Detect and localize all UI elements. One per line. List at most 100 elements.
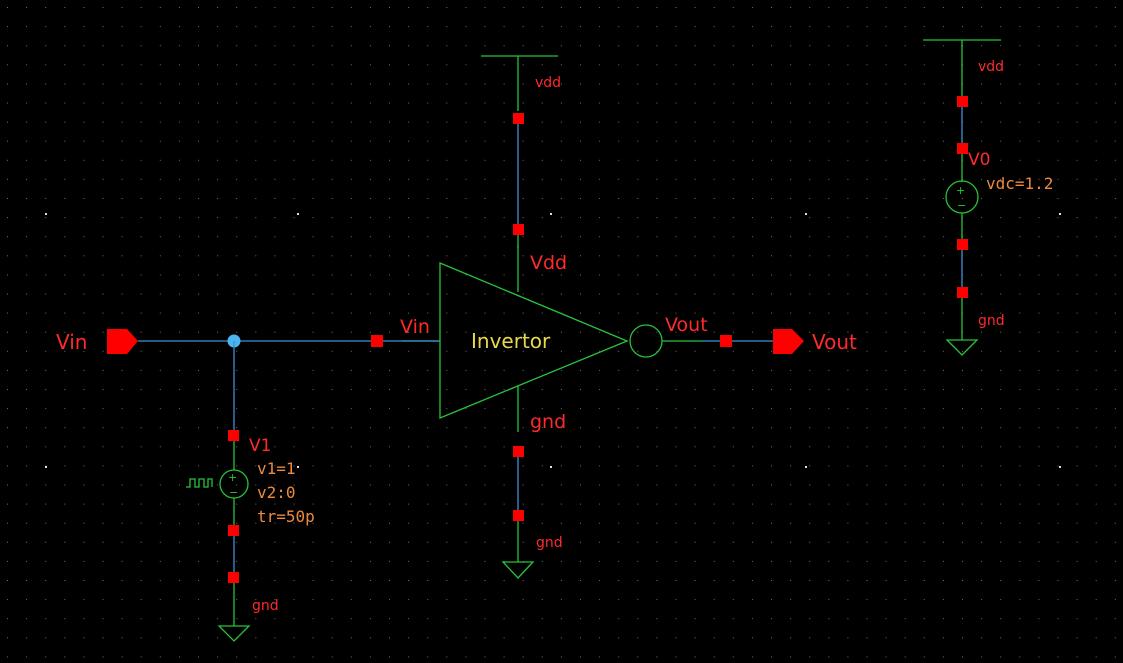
grid-dot (942, 255, 944, 257)
grid-dot (1038, 541, 1040, 543)
grid-dot (102, 541, 104, 543)
inverter-gnd-net[interactable]: gnd (501, 446, 563, 579)
grid-dot (465, 102, 467, 104)
grid-dot (847, 102, 849, 104)
grid-dot (618, 26, 620, 28)
pulse-source-v1[interactable]: + − V1 v1=1 v2:0 tr=50p gnd (186, 341, 315, 642)
grid-dot (1057, 255, 1059, 257)
grid-dot (293, 121, 295, 123)
grid-dot (885, 293, 887, 295)
grid-dot (331, 26, 333, 28)
plus-sign-icon: + (228, 471, 237, 484)
vout-port-icon[interactable] (773, 329, 804, 354)
grid-dot (121, 159, 123, 161)
grid-dot (694, 64, 696, 66)
grid-dot (675, 159, 677, 161)
grid-dot (981, 580, 983, 581)
grid-dot (923, 369, 925, 371)
grid-dot (713, 522, 715, 524)
grid-dot (83, 369, 85, 371)
grid-dot (484, 236, 486, 238)
grid-dot (7, 427, 8, 429)
grid-dot (198, 217, 199, 219)
dc-source-v0[interactable]: + − vdd V0 vdc=1.2 gnd (923, 39, 1053, 356)
grid-dot (140, 369, 142, 371)
grid-dot (771, 274, 772, 276)
gnd-pin[interactable] (513, 510, 524, 521)
grid-dot (847, 121, 849, 123)
v0-minus-pin[interactable] (957, 239, 968, 250)
grid-dot (904, 198, 906, 199)
grid-dot (885, 350, 887, 352)
grid-dot (217, 64, 219, 66)
grid-dot (771, 64, 772, 66)
inverter-symbol[interactable]: Invertor Vin Vout Vdd gnd (400, 246, 708, 433)
inverter-vdd-net[interactable]: vdd (481, 55, 561, 248)
grid-dot (389, 580, 390, 581)
grid-dot (1038, 350, 1040, 352)
inverter-vdd-pin[interactable] (513, 224, 524, 235)
grid-dot (904, 26, 906, 28)
v1-gnd-pin[interactable] (228, 572, 239, 583)
grid-dot (140, 312, 142, 314)
grid-dot (159, 408, 161, 410)
grid-dot (1095, 83, 1097, 85)
grid-dot (1038, 389, 1040, 390)
grid-dot (923, 178, 925, 180)
grid-dot (1076, 446, 1078, 448)
grid-dot (847, 484, 849, 486)
grid-dot (389, 312, 390, 314)
grid-dot (771, 522, 772, 524)
v0-plus-pin[interactable] (957, 143, 968, 154)
grid-dot (522, 26, 524, 28)
grid-dot (7, 446, 8, 448)
vin-port-icon[interactable] (107, 329, 138, 354)
grid-dot (389, 178, 390, 180)
grid-dot (599, 427, 601, 429)
grid-dot (83, 484, 85, 486)
vdd-pin[interactable] (513, 113, 524, 124)
v0-gnd-net-label: gnd (978, 313, 1005, 329)
grid-dot (637, 618, 639, 620)
grid-dot (1095, 618, 1097, 620)
grid-dot (656, 293, 658, 295)
grid-dot (1076, 45, 1078, 47)
inverter-out-pin[interactable] (720, 335, 732, 347)
grid-dot (675, 484, 677, 486)
v1-plus-pin[interactable] (228, 430, 239, 441)
grid-dot (522, 465, 524, 467)
v1-minus-pin[interactable] (228, 525, 239, 536)
grid-dot (981, 217, 983, 219)
grid-dot (599, 140, 601, 142)
grid-dot (389, 503, 390, 505)
grid-dot (217, 7, 219, 8)
grid-dot (885, 255, 887, 257)
grid-dot (83, 102, 85, 104)
input-net[interactable]: Vin (56, 329, 440, 354)
grid-dot (751, 408, 753, 410)
grid-dot (198, 599, 199, 601)
grid-dot (1095, 408, 1097, 410)
schematic-canvas[interactable]: Invertor Vin Vout Vdd gnd vdd gnd Vin Vo… (0, 0, 1123, 663)
grid-dot (121, 465, 123, 467)
grid-dot (675, 45, 677, 47)
inverter-in-pin[interactable] (371, 335, 383, 347)
grid-dot (331, 102, 333, 104)
grid-dot (790, 541, 792, 543)
grid-dot (809, 618, 811, 620)
v0-gnd-pin[interactable] (957, 287, 968, 298)
grid-dot (904, 45, 906, 47)
v0-vdd-pin[interactable] (957, 96, 968, 107)
grid-dot (694, 26, 696, 28)
grid-dot (217, 26, 219, 28)
output-net[interactable]: Vout (702, 329, 857, 354)
inverter-gnd-pin[interactable] (513, 446, 524, 457)
grid-dot (369, 560, 371, 562)
grid-dot (809, 198, 811, 199)
grid-dot (408, 580, 410, 581)
grid-dot (7, 255, 8, 257)
grid-dot (885, 656, 887, 658)
grid-dot (713, 446, 715, 448)
grid-dot (1019, 522, 1021, 524)
grid-dot (904, 102, 906, 104)
